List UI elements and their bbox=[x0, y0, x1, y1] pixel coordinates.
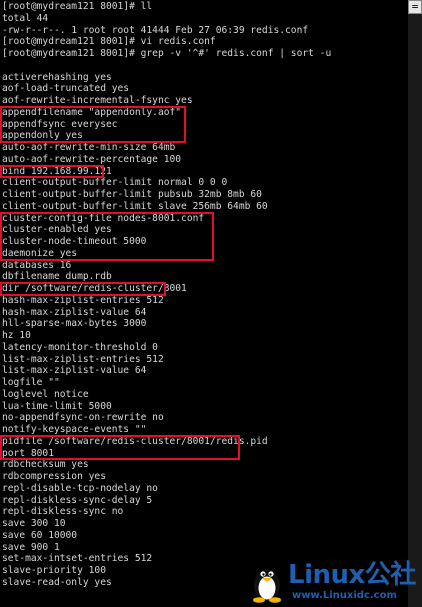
terminal-line: cluster-node-timeout 5000 bbox=[2, 236, 147, 247]
terminal-line: notify-keyspace-events "" bbox=[2, 424, 147, 435]
terminal-line: aof-rewrite-incremental-fsync yes bbox=[2, 95, 193, 106]
tux-penguin-icon bbox=[253, 569, 281, 603]
terminal-line: repl-diskless-sync-delay 5 bbox=[2, 494, 153, 506]
terminal-line: latency-monitor-threshold 0 bbox=[2, 341, 158, 353]
terminal-line: auto-aof-rewrite-percentage 100 bbox=[2, 153, 182, 165]
terminal-line: lua-time-limit 5000 bbox=[2, 400, 112, 412]
terminal-output: [root@mydream121 8001]# ll total 44 -rw-r-… bbox=[2, 1, 406, 589]
terminal-line: pidfile /software/redis-cluster/8001/red… bbox=[2, 435, 268, 447]
terminal-line: list-max-ziplist-entries 512 bbox=[2, 353, 164, 365]
terminal-line: port 8001 bbox=[2, 447, 54, 459]
terminal-line: loglevel notice bbox=[2, 388, 89, 400]
terminal-line: cluster-config-file nodes-8001.conf bbox=[2, 212, 205, 224]
terminal-line: auto-aof-rewrite-min-size 64mb bbox=[2, 142, 176, 153]
terminal-line: appendfsync everysec bbox=[2, 118, 118, 130]
terminal-line: hz 10 bbox=[2, 330, 31, 341]
terminal-line: dir /software/redis-cluster/8001 bbox=[2, 283, 187, 294]
terminal-line: activerehashing yes bbox=[2, 71, 112, 83]
terminal-line: appendonly yes bbox=[2, 130, 83, 142]
terminal-line: list-max-ziplist-value 64 bbox=[2, 365, 147, 377]
watermark-brand: Linux公社 bbox=[288, 560, 416, 590]
terminal-line: client-output-buffer-limit pubsub 32mb 8… bbox=[2, 189, 262, 200]
terminal-line: appendfilename "appendonly.aof" bbox=[2, 106, 182, 118]
scrollbar-button[interactable]: = bbox=[408, 0, 422, 14]
terminal-line: save 60 10000 bbox=[2, 529, 78, 541]
terminal-line: hash-max-ziplist-value 64 bbox=[2, 306, 147, 318]
terminal-line: hash-max-ziplist-entries 512 bbox=[2, 294, 164, 306]
terminal-line: [root@mydream121 8001]# grep -v '^#' red… bbox=[2, 48, 332, 59]
terminal-line: [root@mydream121 8001]# vi redis.conf bbox=[2, 36, 216, 48]
terminal-line: hll-sparse-max-bytes 3000 bbox=[2, 318, 147, 330]
terminal-line: save 900 1 bbox=[2, 541, 60, 553]
terminal-line: [root@mydream121 8001]# ll bbox=[2, 1, 153, 12]
terminal-line: dbfilename dump.rdb bbox=[2, 271, 112, 283]
terminal-line: rdbchecksum yes bbox=[2, 459, 89, 471]
terminal-line: -rw-r--r--. 1 root root 41444 Feb 27 06:… bbox=[2, 24, 309, 36]
terminal-line: save 300 10 bbox=[2, 518, 66, 529]
terminal-line: logfile "" bbox=[2, 377, 60, 388]
terminal-line: bind 192.168.99.121 bbox=[2, 165, 112, 177]
terminal-line: client-output-buffer-limit slave 256mb 6… bbox=[2, 200, 268, 212]
terminal-line: repl-diskless-sync no bbox=[2, 506, 124, 518]
terminal-line: total 44 bbox=[2, 12, 49, 24]
terminal-line: cluster-enabled yes bbox=[2, 224, 112, 236]
watermark-url: www.Linuxidc.com bbox=[292, 590, 397, 601]
watermark-logo: Linux公社 www.Linuxidc.com bbox=[248, 561, 418, 603]
terminal-line: no-appendfsync-on-rewrite no bbox=[2, 412, 164, 424]
terminal-line: client-output-buffer-limit normal 0 0 0 bbox=[2, 177, 228, 189]
terminal-line: daemonize yes bbox=[2, 247, 78, 259]
terminal-line: aof-load-truncated yes bbox=[2, 83, 130, 95]
terminal-line: rdbcompression yes bbox=[2, 471, 106, 482]
scrollbar[interactable]: = bbox=[408, 0, 422, 607]
terminal-window[interactable]: [root@mydream121 8001]# ll total 44 -rw-r-… bbox=[0, 0, 422, 607]
terminal-line: databases 16 bbox=[2, 259, 72, 271]
terminal-line: repl-disable-tcp-nodelay no bbox=[2, 482, 158, 494]
